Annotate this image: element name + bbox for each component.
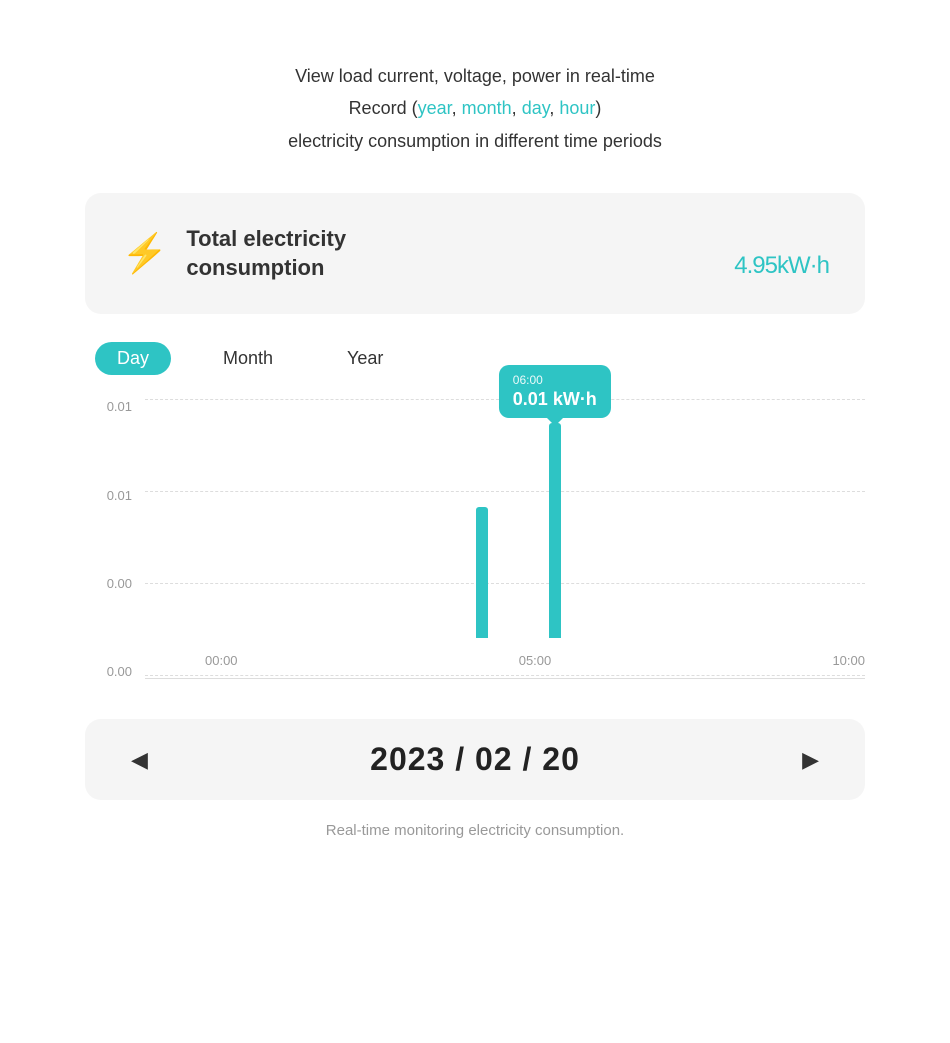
bars-area: 06:00 0.01 kW·h	[205, 399, 865, 638]
link-day: day	[522, 98, 550, 118]
x-label-0: 00:00	[205, 653, 238, 668]
card-value: 4.95kW·h	[734, 221, 829, 286]
x-label-2: 10:00	[832, 653, 865, 668]
y-label-top: 0.01	[107, 399, 132, 414]
header-line1: View load current, voltage, power in rea…	[288, 60, 662, 92]
header-line2: Record (year, month, day, hour)	[288, 92, 662, 124]
tab-bar: Day Month Year	[85, 342, 865, 375]
link-hour: hour	[559, 98, 595, 118]
date-nav: ◀ 2023 / 02 / 20 ▶	[85, 719, 865, 800]
header-line2-prefix: Record (	[349, 98, 418, 118]
date-display: 2023 / 02 / 20	[370, 741, 580, 778]
total-electricity-card: ⚡ Total electricityconsumption 4.95kW·h	[85, 193, 865, 314]
bar-2[interactable]	[549, 423, 561, 638]
card-value-unit: kW·h	[777, 252, 829, 279]
lightning-icon: ⚡	[121, 235, 168, 273]
link-month: month	[462, 98, 512, 118]
next-date-button[interactable]: ▶	[792, 743, 829, 777]
y-label-3: 0.00	[107, 576, 132, 591]
tooltip-time: 06:00	[513, 373, 597, 387]
bar-1	[476, 507, 488, 638]
prev-date-button[interactable]: ◀	[121, 743, 158, 777]
y-label-2: 0.01	[107, 488, 132, 503]
header-line3: electricity consumption in different tim…	[288, 125, 662, 157]
card-value-number: 4.95	[734, 252, 777, 279]
link-year: year	[418, 98, 452, 118]
tab-day[interactable]: Day	[95, 342, 171, 375]
card-left: ⚡ Total electricityconsumption	[121, 225, 346, 282]
x-label-1: 05:00	[519, 653, 552, 668]
header-section: View load current, voltage, power in rea…	[288, 60, 662, 157]
footer-text: Real-time monitoring electricity consump…	[326, 822, 624, 839]
tab-month[interactable]: Month	[201, 342, 295, 375]
y-axis: 0.01 0.01 0.00 0.00	[85, 399, 140, 679]
chart-section: Day Month Year 0.01 0.01 0.00 0.00	[85, 342, 865, 719]
tab-year[interactable]: Year	[325, 342, 405, 375]
card-label: Total electricityconsumption	[186, 225, 346, 282]
y-label-bottom: 0.00	[107, 664, 132, 679]
header-line2-suffix: )	[595, 98, 601, 118]
chart-container: 0.01 0.01 0.00 0.00 06:00 0.01 kW·h	[85, 399, 865, 719]
tooltip-value: 0.01 kW·h	[513, 389, 597, 410]
chart-inner: 06:00 0.01 kW·h 00:00 05:00 10:00	[145, 399, 865, 679]
x-axis: 00:00 05:00 10:00	[205, 642, 865, 678]
